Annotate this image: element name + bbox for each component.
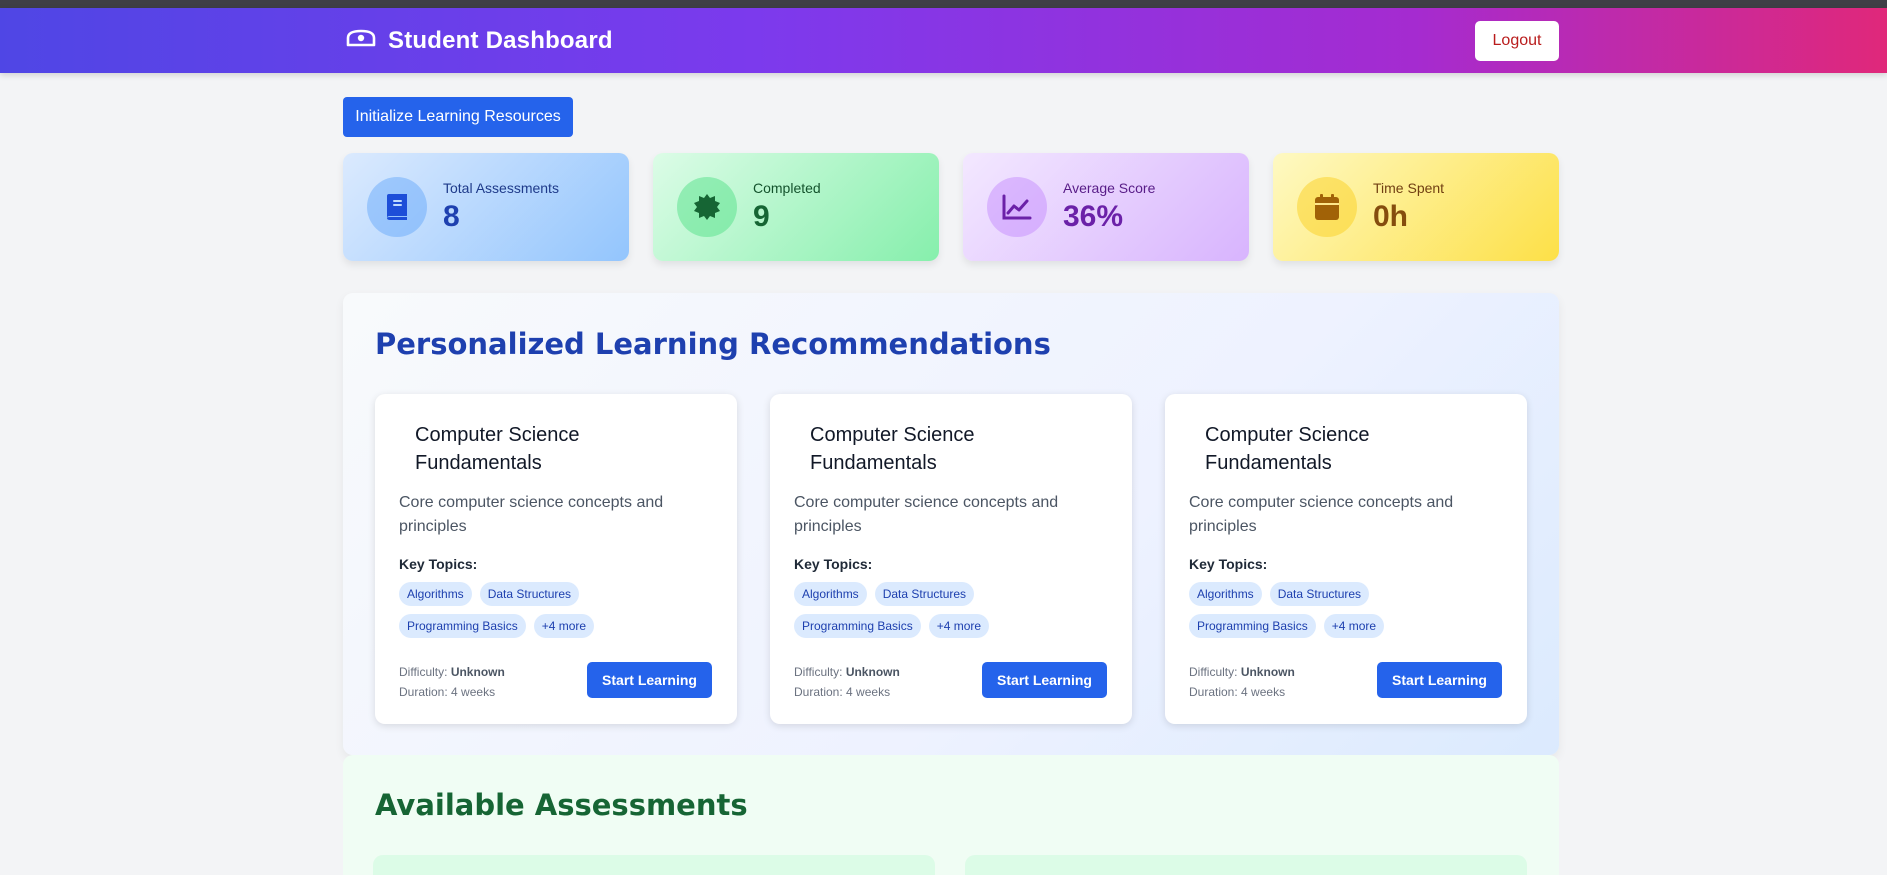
card-title: Computer Science Fundamentals	[1205, 424, 1370, 474]
recommendations-title: Personalized Learning Recommendations	[375, 327, 1051, 361]
stat-value: 8	[443, 200, 460, 233]
recommendation-card: Computer Science Fundamentals Core compu…	[375, 394, 737, 724]
stat-text: Average Score 36%	[1063, 180, 1155, 234]
duration-label: Duration:	[399, 685, 448, 699]
duration-row: Duration: 4 weeks	[794, 682, 900, 702]
recommendation-card: Computer Science Fundamentals Core compu…	[770, 394, 1132, 724]
topic-tag: Algorithms	[399, 582, 472, 606]
book-icon	[387, 194, 407, 220]
stat-icon-circle	[677, 177, 737, 237]
assessment-card[interactable]	[965, 855, 1527, 875]
difficulty-label: Difficulty:	[794, 665, 843, 679]
stat-label: Time Spent	[1373, 180, 1445, 196]
logout-button[interactable]: Logout	[1475, 21, 1559, 61]
duration-row: Duration: 4 weeks	[399, 682, 505, 702]
key-topics-label: Key Topics:	[1189, 556, 1268, 572]
topic-tag: Data Structures	[874, 582, 975, 606]
brand: Student Dashboard	[346, 27, 613, 55]
difficulty-row: Difficulty: Unknown	[1189, 662, 1295, 682]
more-topics-tag: +4 more	[1323, 614, 1385, 638]
difficulty-row: Difficulty: Unknown	[794, 662, 900, 682]
page-title: Student Dashboard	[388, 27, 613, 54]
topic-tags: Algorithms Data Structures Programming B…	[1189, 582, 1449, 638]
more-topics-tag: +4 more	[928, 614, 990, 638]
assessment-card[interactable]	[373, 855, 935, 875]
stat-average-score: Average Score 36%	[963, 153, 1249, 261]
topic-tag: Data Structures	[479, 582, 580, 606]
card-title: Computer Science Fundamentals	[415, 424, 580, 474]
assessments-panel: Available Assessments	[343, 755, 1559, 875]
stat-total-assessments: Total Assessments 8	[343, 153, 629, 261]
duration-value: 4 weeks	[1241, 685, 1286, 699]
difficulty-value: Unknown	[450, 665, 505, 679]
topic-tag: Algorithms	[794, 582, 867, 606]
navbar: Student Dashboard Logout	[0, 8, 1887, 73]
card-title: Computer Science Fundamentals	[810, 424, 975, 474]
duration-row: Duration: 4 weeks	[1189, 682, 1295, 702]
card-meta: Difficulty: Unknown Duration: 4 weeks	[399, 662, 505, 702]
topic-tags: Algorithms Data Structures Programming B…	[399, 582, 659, 638]
assessments-title: Available Assessments	[375, 788, 748, 822]
stat-icon-circle	[987, 177, 1047, 237]
badge-check-icon	[694, 194, 720, 220]
difficulty-label: Difficulty:	[1189, 665, 1238, 679]
stat-label: Completed	[753, 180, 821, 196]
topic-tag: Programming Basics	[399, 614, 526, 638]
recommendation-card: Computer Science Fundamentals Core compu…	[1165, 394, 1527, 724]
start-learning-button[interactable]: Start Learning	[1377, 662, 1502, 698]
stat-icon-circle	[367, 177, 427, 237]
stat-text: Total Assessments 8	[443, 180, 559, 234]
browser-top-strip	[0, 0, 1887, 8]
stat-time-spent: Time Spent 0h	[1273, 153, 1559, 261]
chart-line-icon	[1002, 194, 1032, 220]
initialize-resources-button[interactable]: Initialize Learning Resources	[343, 97, 573, 137]
difficulty-label: Difficulty:	[399, 665, 448, 679]
card-meta: Difficulty: Unknown Duration: 4 weeks	[1189, 662, 1295, 702]
difficulty-value: Unknown	[1240, 665, 1295, 679]
more-topics-tag: +4 more	[533, 614, 595, 638]
stat-label: Average Score	[1063, 180, 1156, 196]
difficulty-value: Unknown	[845, 665, 900, 679]
topic-tags: Algorithms Data Structures Programming B…	[794, 582, 1054, 638]
duration-label: Duration:	[1189, 685, 1238, 699]
stat-text: Completed 9	[753, 180, 821, 234]
key-topics-label: Key Topics:	[794, 556, 873, 572]
start-learning-button[interactable]: Start Learning	[587, 662, 712, 698]
topic-tag: Programming Basics	[794, 614, 921, 638]
difficulty-row: Difficulty: Unknown	[399, 662, 505, 682]
stat-value: 36%	[1063, 200, 1124, 233]
start-learning-button[interactable]: Start Learning	[982, 662, 1107, 698]
duration-label: Duration:	[794, 685, 843, 699]
stat-value: 9	[753, 200, 770, 233]
duration-value: 4 weeks	[846, 685, 891, 699]
stat-completed: Completed 9	[653, 153, 939, 261]
card-meta: Difficulty: Unknown Duration: 4 weeks	[794, 662, 900, 702]
topic-tag: Algorithms	[1189, 582, 1262, 606]
duration-value: 4 weeks	[451, 685, 496, 699]
card-description: Core computer science concepts and princ…	[399, 494, 664, 535]
key-topics-label: Key Topics:	[399, 556, 478, 572]
graduation-cap-icon	[346, 29, 376, 47]
recommendations-panel: Personalized Learning Recommendations Co…	[343, 293, 1559, 755]
topic-tag: Data Structures	[1269, 582, 1370, 606]
stat-label: Total Assessments	[443, 180, 559, 196]
stat-value: 0h	[1373, 200, 1409, 233]
stat-icon-circle	[1297, 177, 1357, 237]
card-description: Core computer science concepts and princ…	[794, 494, 1059, 535]
topic-tag: Programming Basics	[1189, 614, 1316, 638]
card-description: Core computer science concepts and princ…	[1189, 494, 1454, 535]
calendar-icon	[1315, 194, 1339, 220]
stat-text: Time Spent 0h	[1373, 180, 1444, 234]
